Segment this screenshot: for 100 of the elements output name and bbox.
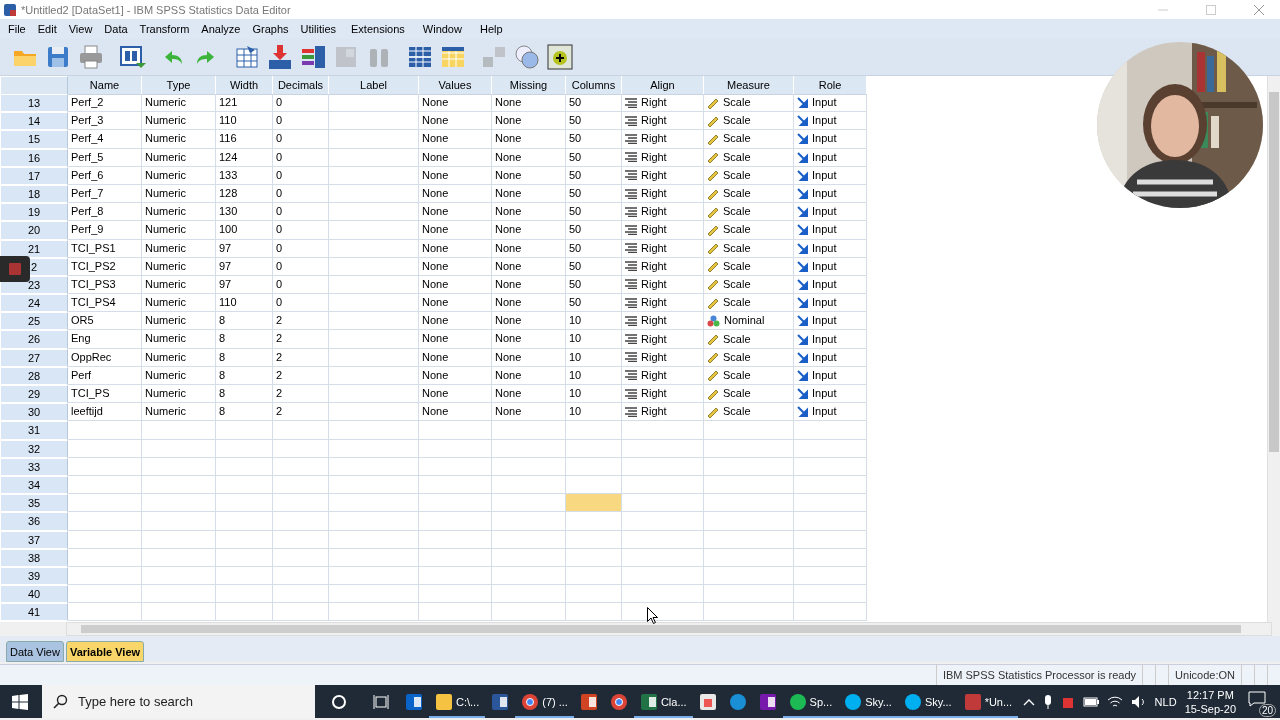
table-cell: 2 [273, 385, 329, 404]
menu-item[interactable]: Data [98, 23, 134, 35]
taskbar-button[interactable]: Sky... [838, 685, 898, 718]
table-cell: Numeric [142, 257, 216, 276]
table-cell: TCI_PS3 [68, 275, 142, 295]
table-cell-text: Right [641, 186, 667, 202]
column-header[interactable]: Role [794, 76, 867, 95]
column-header[interactable]: Align [622, 76, 704, 95]
row-header[interactable]: 19 [0, 203, 68, 222]
align-right-icon [625, 133, 637, 144]
menu-item[interactable]: Help [470, 23, 512, 35]
recording-toast[interactable] [0, 256, 30, 282]
menu-item[interactable]: File [2, 23, 32, 35]
column-header[interactable]: Decimals [273, 76, 329, 95]
row-header[interactable]: 20 [0, 221, 68, 240]
table-cell: 0 [273, 130, 329, 149]
input-arrow-icon [797, 388, 808, 400]
column-header[interactable]: Width [216, 76, 273, 95]
row-header[interactable]: 15 [0, 130, 68, 149]
table-cell: 0 [273, 275, 329, 295]
menu-item[interactable]: Utilities [294, 23, 342, 35]
row-header[interactable]: 40 [0, 585, 68, 604]
horizontal-scrollbar[interactable] [66, 622, 1272, 636]
scroll-thumb[interactable] [1269, 92, 1279, 452]
table-cell: Perf_2 [68, 94, 142, 113]
table-cell: 124 [216, 148, 273, 167]
view-tab[interactable]: Variable View [65, 641, 145, 662]
column-header[interactable]: Name [68, 76, 142, 95]
row-header[interactable]: 35 [0, 494, 68, 513]
table-cell: 0 [273, 203, 329, 222]
volume-icon[interactable] [1130, 694, 1147, 709]
table-cell: Numeric [142, 312, 216, 331]
notification-icon[interactable] [1248, 690, 1266, 707]
align-right-icon [625, 406, 637, 417]
row-header[interactable]: 30 [0, 403, 68, 422]
scroll-thumb[interactable] [81, 625, 1241, 633]
menu-item[interactable]: Extensions [342, 23, 414, 35]
table-cell: 121 [216, 94, 273, 113]
empty-cell [273, 421, 329, 440]
table-cell-text: Input [812, 295, 837, 311]
empty-cell [216, 421, 273, 440]
empty-cell [216, 603, 273, 622]
taskbar-button[interactable]: (7) ... [515, 685, 574, 718]
row-header[interactable]: 14 [0, 112, 68, 131]
table-cell-text: Input [812, 276, 837, 292]
clock-time[interactable]: 12:17 PM [1186, 687, 1234, 702]
wifi-icon[interactable] [1106, 694, 1123, 709]
taskbar-button[interactable]: *Un... [957, 685, 1019, 718]
microphone-icon[interactable] [1042, 693, 1053, 710]
view-tab[interactable]: Data View [6, 641, 64, 662]
search-field[interactable]: Type here to search [42, 685, 315, 718]
table-cell: None [492, 130, 566, 149]
empty-cell [273, 439, 329, 458]
taskbar-button[interactable]: Sp... [782, 685, 839, 718]
table-cell-text: Scale [723, 186, 751, 202]
row-header[interactable]: 26 [0, 330, 68, 349]
row-header[interactable]: 36 [0, 512, 68, 531]
taskbar-button[interactable]: Cla... [633, 685, 693, 718]
table-cell: Numeric [142, 112, 216, 131]
menu-item[interactable]: Transform [133, 23, 196, 35]
column-header[interactable]: Missing [492, 76, 566, 95]
nominal-icon [707, 314, 720, 327]
column-header[interactable]: Columns [566, 76, 622, 95]
align-right-icon [625, 243, 637, 254]
column-header[interactable]: Label [329, 76, 419, 95]
menu-item[interactable]: Graphs [246, 23, 295, 35]
menu-item[interactable]: Window [413, 23, 471, 35]
windows-start-icon[interactable] [12, 693, 28, 710]
clock-date[interactable]: 15-Sep-20 [1184, 701, 1236, 716]
language-indicator[interactable]: NLD [1154, 695, 1177, 708]
table-cell: 8 [216, 366, 273, 385]
table-cell: None [419, 112, 492, 131]
row-header[interactable]: 41 [0, 603, 68, 622]
chevron-up-icon[interactable] [1022, 697, 1035, 706]
taskbar-button[interactable]: Sky... [897, 685, 958, 718]
menu-item[interactable]: Edit [31, 23, 63, 35]
row-header[interactable]: 13 [0, 94, 68, 113]
row-header[interactable]: 31 [0, 421, 68, 440]
cortana-icon[interactable] [331, 693, 347, 710]
battery-icon[interactable] [1082, 696, 1099, 707]
column-header[interactable]: Values [419, 76, 492, 95]
table-cell-text: Input [812, 240, 837, 256]
menu-item[interactable]: View [62, 23, 99, 35]
task-view-icon[interactable] [373, 693, 389, 710]
column-header[interactable]: Type [142, 76, 216, 95]
taskbar-label: Sky... [924, 695, 952, 708]
table-cell: Perf_8 [68, 203, 142, 222]
menu-item[interactable]: Analyze [195, 23, 247, 35]
vertical-scrollbar[interactable] [1267, 76, 1280, 622]
table-cell: Eng [68, 330, 142, 349]
row-header[interactable]: 24 [0, 294, 68, 313]
row-header[interactable]: 25 [0, 312, 68, 331]
table-cell-text: Scale [723, 349, 751, 365]
table-cell-text: Input [812, 131, 837, 147]
close-icon[interactable] [1254, 4, 1264, 15]
column-header[interactable]: Measure [704, 76, 794, 95]
table-cell: None [492, 239, 566, 258]
row-header[interactable]: 29 [0, 385, 68, 404]
taskbar-button[interactable]: C:\... [429, 685, 486, 718]
table-cell: 50 [566, 130, 622, 149]
